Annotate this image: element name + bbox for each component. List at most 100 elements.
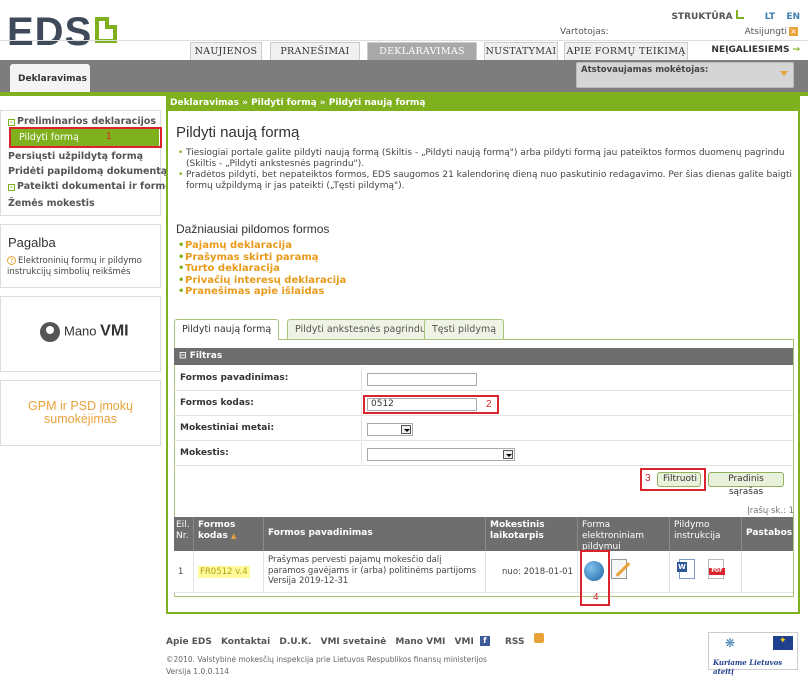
col-header-period: Mokestinis laikotarpis <box>486 517 578 551</box>
frequent-form-link[interactable]: Privačių interesų deklaracija <box>178 275 346 287</box>
tab-pranesimai[interactable]: PRANEŠIMAI <box>270 42 360 60</box>
eds-logo[interactable]: EDS <box>7 10 118 55</box>
frequent-form-link[interactable]: Pajamų deklaracija <box>178 240 346 252</box>
tax-year-select[interactable] <box>367 423 413 436</box>
form-name-label: Formos pavadinimas: <box>180 373 289 383</box>
dropdown-arrow-icon <box>401 425 411 434</box>
col-header-eform: Forma elektroniniam pildymui <box>578 517 670 552</box>
pagalba-title: Pagalba <box>8 235 56 250</box>
rss-icon <box>533 633 544 643</box>
arrow-right-icon: → <box>792 45 800 55</box>
frequent-form-link[interactable]: Turto deklaracija <box>178 263 346 275</box>
footer-link-mano-vmi[interactable]: Mano VMI <box>395 637 445 647</box>
mano-vmi-logo[interactable]: Mano VMI <box>40 322 129 342</box>
col-header-instruction: Pildymo instrukcija <box>670 517 742 551</box>
filter-row-year: Mokestiniai metai: <box>174 417 793 441</box>
col-header-nr: Eil. Nr. <box>174 517 194 551</box>
cell-code: FR0512 v.4 <box>194 551 264 593</box>
sidebar-item-zemes[interactable]: Žemės mokestis <box>8 198 95 209</box>
snowflake-logo-icon: ❋ <box>725 636 736 650</box>
logout-link[interactable]: Atsijungti × <box>745 27 798 37</box>
tab-pildyti-nauja[interactable]: Pildyti naują formą <box>174 319 280 340</box>
footer-link-apie[interactable]: Apie EDS <box>166 637 212 647</box>
eu-banner-text: Kuriame Lietuvos ateitį <box>713 658 783 676</box>
help-symbols-link[interactable]: ? Elektroninių formų ir pildymo instrukci… <box>7 256 157 278</box>
structure-icon <box>735 10 744 19</box>
breadcrumb: Deklaravimas » Pildyti formą » Pildyti n… <box>166 96 800 111</box>
cell-name: Prašymas pervesti pajamų mokesčio dalį p… <box>264 551 486 593</box>
cell-instruction <box>670 551 742 593</box>
sidebar-item-persiusti[interactable]: Persiųsti užpildytą formą <box>8 151 143 162</box>
top-links: STRUKTŪRA LT EN <box>663 10 800 22</box>
divider <box>361 417 362 441</box>
sort-asc-icon: ▲ <box>230 532 237 540</box>
frequent-form-link[interactable]: Prašymas skirti paramą <box>178 252 346 264</box>
sidebar-item-preliminarios[interactable]: - Preliminarios deklaracijos <box>8 116 156 127</box>
step-number-1: 1 <box>106 131 112 142</box>
footer-link-kontaktai[interactable]: Kontaktai <box>221 637 270 647</box>
filter-header[interactable]: ⊟ Filtras <box>174 348 793 365</box>
frequent-forms-title: Dažniausiai pildomos formos <box>176 222 330 236</box>
highlight-step-2 <box>363 395 499 414</box>
form-version-text: Versija 2019-12-31 <box>268 576 349 586</box>
sidebar-item-pateikti[interactable]: - Pateikti dokumentai ir formos <box>8 181 177 192</box>
cell-period: nuo: 2018-01-01 <box>486 551 578 593</box>
tab-nustatymai[interactable]: NUSTATYMAI <box>484 42 558 60</box>
header-divider <box>0 40 808 41</box>
eu-funds-banner[interactable]: ❋ Kuriame Lietuvos ateitį <box>708 632 798 676</box>
tax-year-label: Mokestiniai metai: <box>180 423 275 433</box>
expand-icon: - <box>8 184 15 191</box>
footer-link-vmi-facebook[interactable]: VMI f <box>455 636 496 647</box>
copyright-text: ©2010. Valstybinė mokesčių inspekcija pr… <box>166 655 487 664</box>
footer-links: Apie EDS Kontaktai D.U.K. VMI svetainė M… <box>166 633 556 647</box>
col-header-name: Formos pavadinimas <box>264 517 486 551</box>
form-name-input[interactable] <box>367 373 477 386</box>
footer-link-duk[interactable]: D.U.K. <box>279 637 311 647</box>
divider <box>361 392 362 416</box>
close-icon: × <box>789 27 798 36</box>
represented-payer-select[interactable]: Atstovaujamas mokėtojas: <box>576 62 794 88</box>
step-number-4: 4 <box>593 592 599 603</box>
tab-deklaravimas[interactable]: DEKLARAVIMAS <box>367 42 477 60</box>
question-icon: ? <box>7 256 16 265</box>
form-code-link[interactable]: FR0512 v.4 <box>198 566 250 578</box>
expand-icon: - <box>8 119 15 126</box>
info-bullet-1: Tiesiogiai portale galite pildyti naują … <box>178 148 798 170</box>
tab-pildyti-ankstesnes[interactable]: Pildyti ankstesnės pagrindu <box>287 319 434 339</box>
tab-apie-formu-teikima[interactable]: APIE FORMŲ TEIKIMĄ <box>564 42 688 60</box>
footer-link-vmi[interactable]: VMI svetainė <box>321 637 387 647</box>
word-doc-icon[interactable] <box>677 559 695 579</box>
tax-select[interactable] <box>367 448 515 461</box>
lang-en-link[interactable]: EN <box>786 12 800 22</box>
tax-label: Mokestis: <box>180 448 229 458</box>
sidebar-item-prideti[interactable]: Pridėti papildomą dokumentą <box>8 166 167 177</box>
eu-flag-icon <box>773 636 793 650</box>
copyright: ©2010. Valstybinė mokesčių inspekcija pr… <box>166 654 487 678</box>
reset-list-button[interactable]: Pradinis sąrašas <box>708 472 784 497</box>
tab-naujienos[interactable]: NAUJIENOS <box>190 42 262 60</box>
subtab-deklaravimas[interactable]: Deklaravimas <box>10 64 90 92</box>
cell-notes <box>742 551 793 593</box>
filter-row-tax: Mokestis: <box>174 442 793 466</box>
version-text: Versija 1.0.0.114 <box>166 667 230 676</box>
filter-row-name: Formos pavadinimas: <box>174 367 793 391</box>
results-table: Eil. Nr. Formos kodas ▲ Formos pavadinim… <box>174 517 793 597</box>
frequent-form-link[interactable]: Pranešimas apie išlaidas <box>178 286 346 298</box>
neigaliesiems-link[interactable]: NEĮGALIESIEMS → <box>711 45 800 55</box>
divider <box>361 442 362 466</box>
pdf-icon[interactable] <box>708 559 725 579</box>
struktura-link[interactable]: STRUKTŪRA <box>671 12 732 22</box>
info-bullets: Tiesiogiai portale galite pildyti naują … <box>178 148 798 192</box>
tab-testi-pildyma[interactable]: Tęsti pildymą <box>424 319 505 339</box>
lang-lt-link[interactable]: LT <box>765 12 775 22</box>
vmi-circle-icon <box>40 322 60 342</box>
page-title: Pildyti naują formą <box>176 124 300 141</box>
highlight-step-1 <box>9 127 162 148</box>
col-header-code[interactable]: Formos kodas ▲ <box>194 517 264 551</box>
footer-link-rss[interactable]: RSS <box>505 633 550 647</box>
gpm-psd-link[interactable]: GPM ir PSD įmokų sumokėjimas <box>0 400 161 426</box>
info-bullet-2: Pradėtos pildyti, bet nepateiktos formos… <box>178 170 798 192</box>
step-number-3: 3 <box>645 473 651 484</box>
cell-nr: 1 <box>174 551 194 593</box>
edit-form-icon[interactable] <box>611 559 627 579</box>
